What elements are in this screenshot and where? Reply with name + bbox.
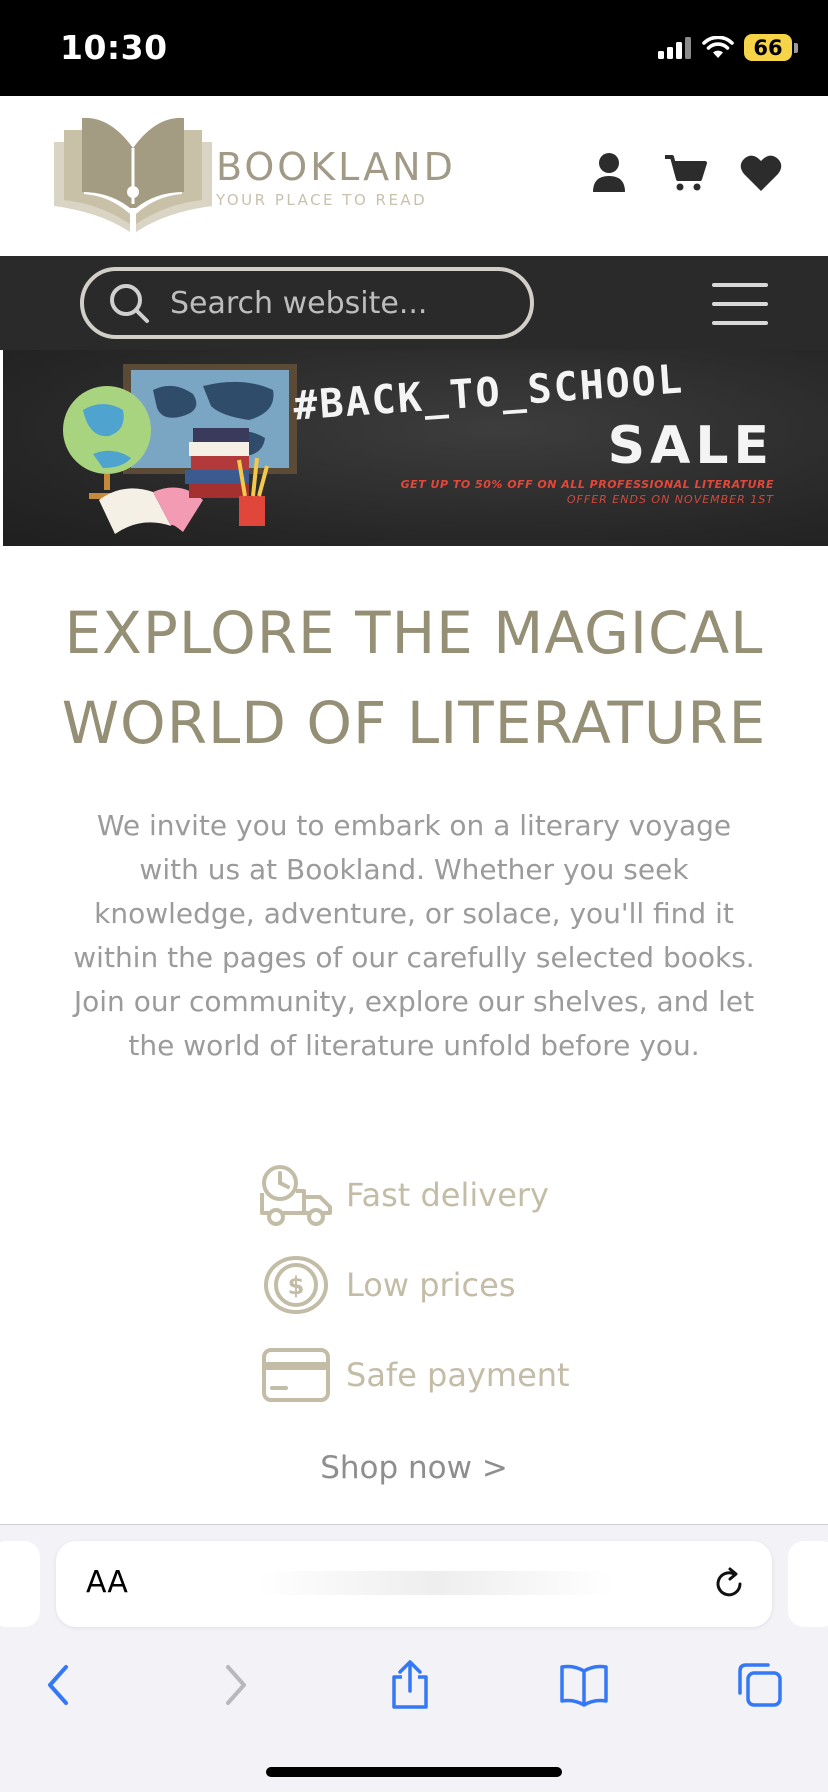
bookland-logo-icon[interactable] <box>48 108 218 238</box>
feature-label: Safe payment <box>346 1356 570 1394</box>
school-supplies-illustration <box>63 364 297 534</box>
url-text <box>256 1571 616 1595</box>
feature-label: Low prices <box>346 1266 516 1304</box>
delivery-truck-icon <box>260 1165 332 1226</box>
banner-sale: SALE <box>607 416 774 476</box>
reload-icon[interactable] <box>710 1565 748 1603</box>
account-button[interactable] <box>586 150 632 196</box>
brand-tagline: YOUR PLACE TO READ <box>216 191 428 209</box>
reader-options-button[interactable]: AA <box>86 1565 128 1600</box>
hero-title-line-2: WORLD OF LITERATURE <box>61 689 767 757</box>
wifi-icon <box>702 35 734 58</box>
dollar-coin-icon: $ <box>264 1256 328 1314</box>
header-actions <box>586 150 784 196</box>
browser-toolbar <box>0 1643 828 1723</box>
site-header: BOOKLAND YOUR PLACE TO READ <box>0 96 828 256</box>
battery-nub <box>794 42 798 53</box>
wishlist-button[interactable] <box>738 150 784 196</box>
previous-tab-preview[interactable] <box>0 1541 40 1627</box>
banner-offer-end: OFFER ENDS ON NOVEMBER 1ST <box>566 493 774 506</box>
shop-now-link[interactable]: Shop now > <box>0 1450 828 1486</box>
battery-icon: 66 <box>744 34 792 61</box>
tabs-button[interactable] <box>732 1657 788 1713</box>
forward-icon <box>226 1665 246 1705</box>
back-to-school-banner[interactable]: #BACK_TO_SCHOOL SALE GET UP TO 50% OFF O… <box>3 350 828 546</box>
search-bar <box>0 256 828 350</box>
status-time: 10:30 <box>60 28 168 67</box>
search-icon <box>110 284 149 323</box>
next-tab-preview[interactable] <box>788 1541 828 1627</box>
cart-button[interactable] <box>662 150 708 196</box>
svg-text:$: $ <box>288 1272 305 1300</box>
cart-icon <box>665 155 707 191</box>
status-bar: 10:30 66 <box>0 0 828 96</box>
share-button[interactable] <box>382 1657 438 1713</box>
feature-low-prices: $ Low prices <box>258 1240 570 1330</box>
banner-offer: GET UP TO 50% OFF ON ALL PROFESSIONAL LI… <box>400 478 774 491</box>
hero-title-line-1: EXPLORE THE MAGICAL <box>64 599 764 667</box>
hero-text: We invite you to embark on a literary vo… <box>73 809 755 1062</box>
search-input[interactable] <box>170 285 500 321</box>
feature-safe-payment: Safe payment <box>258 1330 570 1420</box>
credit-card-icon <box>262 1348 330 1402</box>
share-icon <box>392 1660 428 1709</box>
status-indicators: 66 <box>658 34 798 61</box>
heart-icon <box>740 155 782 191</box>
cellular-signal-icon <box>658 36 691 59</box>
search-field[interactable] <box>80 267 534 339</box>
bookmarks-icon <box>560 1664 608 1707</box>
safari-toolbar: AA <box>0 1525 828 1792</box>
address-bar[interactable]: AA <box>56 1541 772 1627</box>
feature-fast-delivery: Fast delivery <box>258 1150 570 1240</box>
tabs-icon <box>738 1663 782 1707</box>
brand[interactable]: BOOKLAND YOUR PLACE TO READ <box>216 148 456 209</box>
back-icon <box>48 1665 68 1705</box>
hamburger-menu-icon[interactable] <box>712 283 768 325</box>
back-button[interactable] <box>30 1657 86 1713</box>
user-icon <box>593 153 625 192</box>
bookmarks-button[interactable] <box>556 1657 612 1713</box>
hero-title: EXPLORE THE MAGICAL WORLD OF LITERATURE <box>0 588 828 768</box>
home-indicator <box>266 1767 562 1777</box>
feature-label: Fast delivery <box>346 1176 549 1214</box>
forward-button[interactable] <box>208 1657 264 1713</box>
feature-list: Fast delivery $ Low prices Safe payment <box>258 1150 570 1420</box>
brand-name: BOOKLAND <box>216 145 456 189</box>
